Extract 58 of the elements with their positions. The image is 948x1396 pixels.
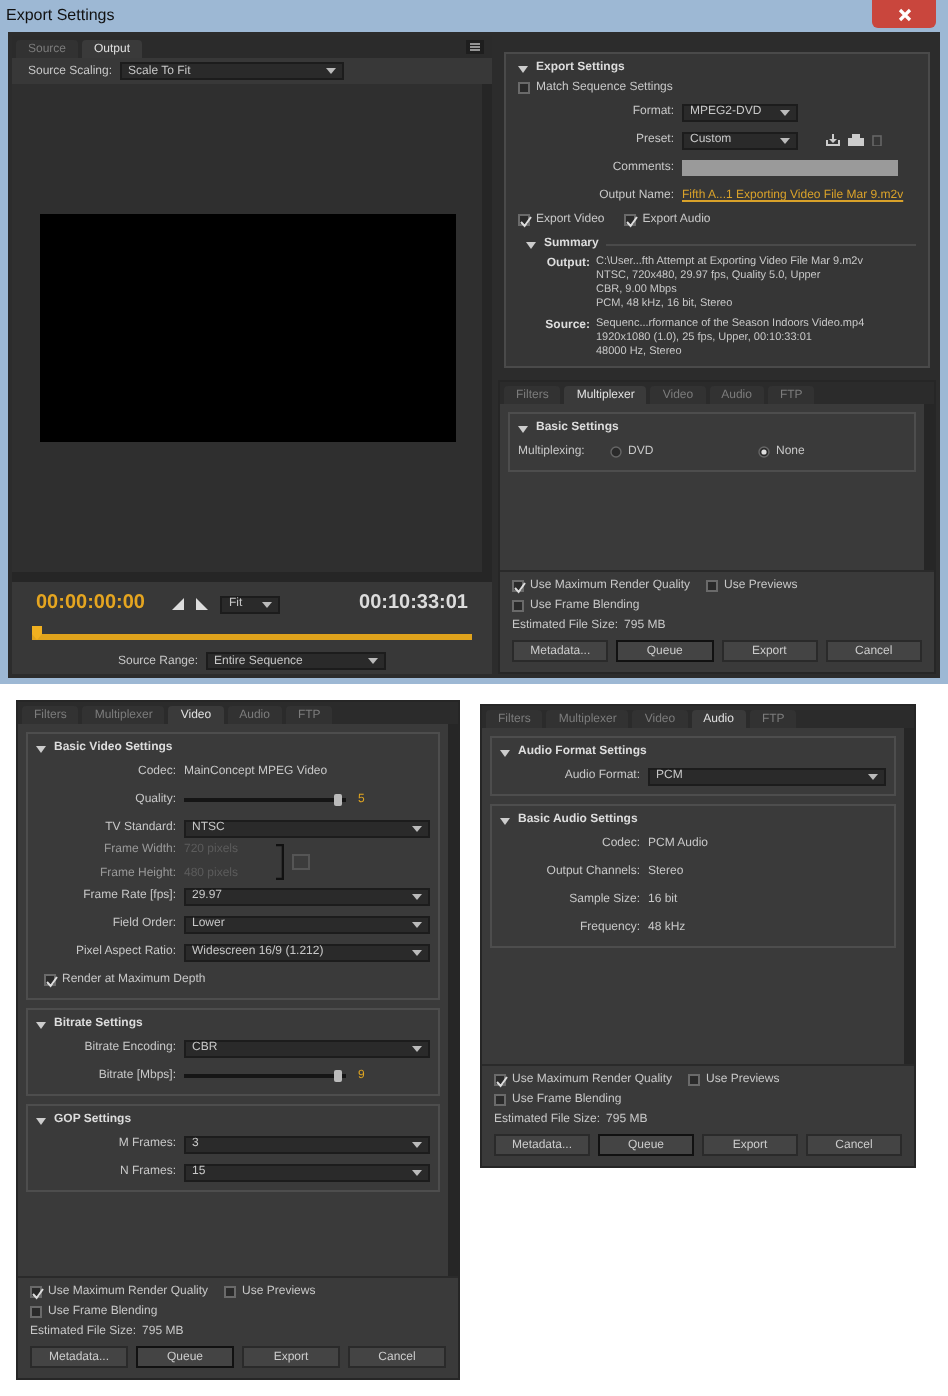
check-icon xyxy=(32,1288,44,1300)
caret-icon xyxy=(780,137,790,143)
slider-thumb[interactable] xyxy=(333,1070,342,1082)
disclosure-triangle-icon[interactable] xyxy=(36,1115,46,1125)
check-icon xyxy=(514,582,526,594)
caret-icon xyxy=(326,68,337,74)
bracket-icon xyxy=(276,844,284,880)
checkbox[interactable] xyxy=(518,214,530,226)
checkbox[interactable] xyxy=(624,214,637,226)
vertical-scrollbar[interactable] xyxy=(904,728,914,1064)
disclosure-triangle-icon[interactable] xyxy=(500,747,510,757)
caret-icon xyxy=(412,1045,422,1051)
tray-arrow-icon[interactable] xyxy=(826,134,840,146)
checkbox[interactable] xyxy=(30,1286,42,1298)
checkbox[interactable] xyxy=(494,1074,506,1086)
checkbox[interactable] xyxy=(512,600,524,612)
checkbox[interactable] xyxy=(44,974,56,986)
caret-icon xyxy=(412,825,422,831)
caret-icon xyxy=(412,949,422,955)
checkbox[interactable] xyxy=(688,1074,701,1086)
caret-icon xyxy=(412,1169,422,1175)
checkbox[interactable] xyxy=(512,580,524,592)
caret-icon xyxy=(412,893,422,899)
radio-button[interactable] xyxy=(610,446,622,458)
checkbox[interactable] xyxy=(30,1306,42,1318)
checkbox[interactable] xyxy=(224,1286,237,1298)
checkbox[interactable] xyxy=(494,1094,506,1106)
disclosure-triangle-icon[interactable] xyxy=(36,1019,46,1029)
mark-out-icon[interactable] xyxy=(196,598,209,610)
check-icon xyxy=(496,1076,508,1088)
close-button[interactable] xyxy=(872,0,936,28)
duration-timecode: 00:10:33:01 xyxy=(359,594,468,614)
disclosure-triangle-icon[interactable] xyxy=(36,743,46,753)
check-icon xyxy=(46,976,58,988)
caret-icon xyxy=(868,773,878,779)
caret-icon xyxy=(412,1141,422,1147)
caret-icon xyxy=(412,921,422,927)
panel-menu-icon[interactable] xyxy=(466,40,484,54)
caret-icon xyxy=(262,601,273,607)
input-field[interactable] xyxy=(682,160,898,176)
caret-icon xyxy=(780,109,790,115)
caret-icon xyxy=(368,658,379,664)
disclosure-triangle-icon[interactable] xyxy=(518,423,528,433)
disclosure-triangle-icon[interactable] xyxy=(500,815,510,825)
current-timecode[interactable]: 00:00:00:00 xyxy=(36,594,145,614)
radio-button[interactable] xyxy=(758,446,770,458)
mark-in-icon[interactable] xyxy=(172,598,185,610)
check-icon xyxy=(626,216,639,228)
disclosure-triangle-icon[interactable] xyxy=(526,239,536,249)
checkbox[interactable] xyxy=(706,580,719,592)
window-title: Export Settings xyxy=(6,8,115,24)
checkbox[interactable] xyxy=(518,82,530,94)
disclosure-triangle-icon[interactable] xyxy=(518,63,528,73)
vertical-scrollbar[interactable] xyxy=(448,724,458,1276)
slider-thumb[interactable] xyxy=(333,794,342,806)
close-icon xyxy=(897,7,911,21)
check-icon xyxy=(520,216,532,228)
import-icon[interactable] xyxy=(848,134,864,146)
